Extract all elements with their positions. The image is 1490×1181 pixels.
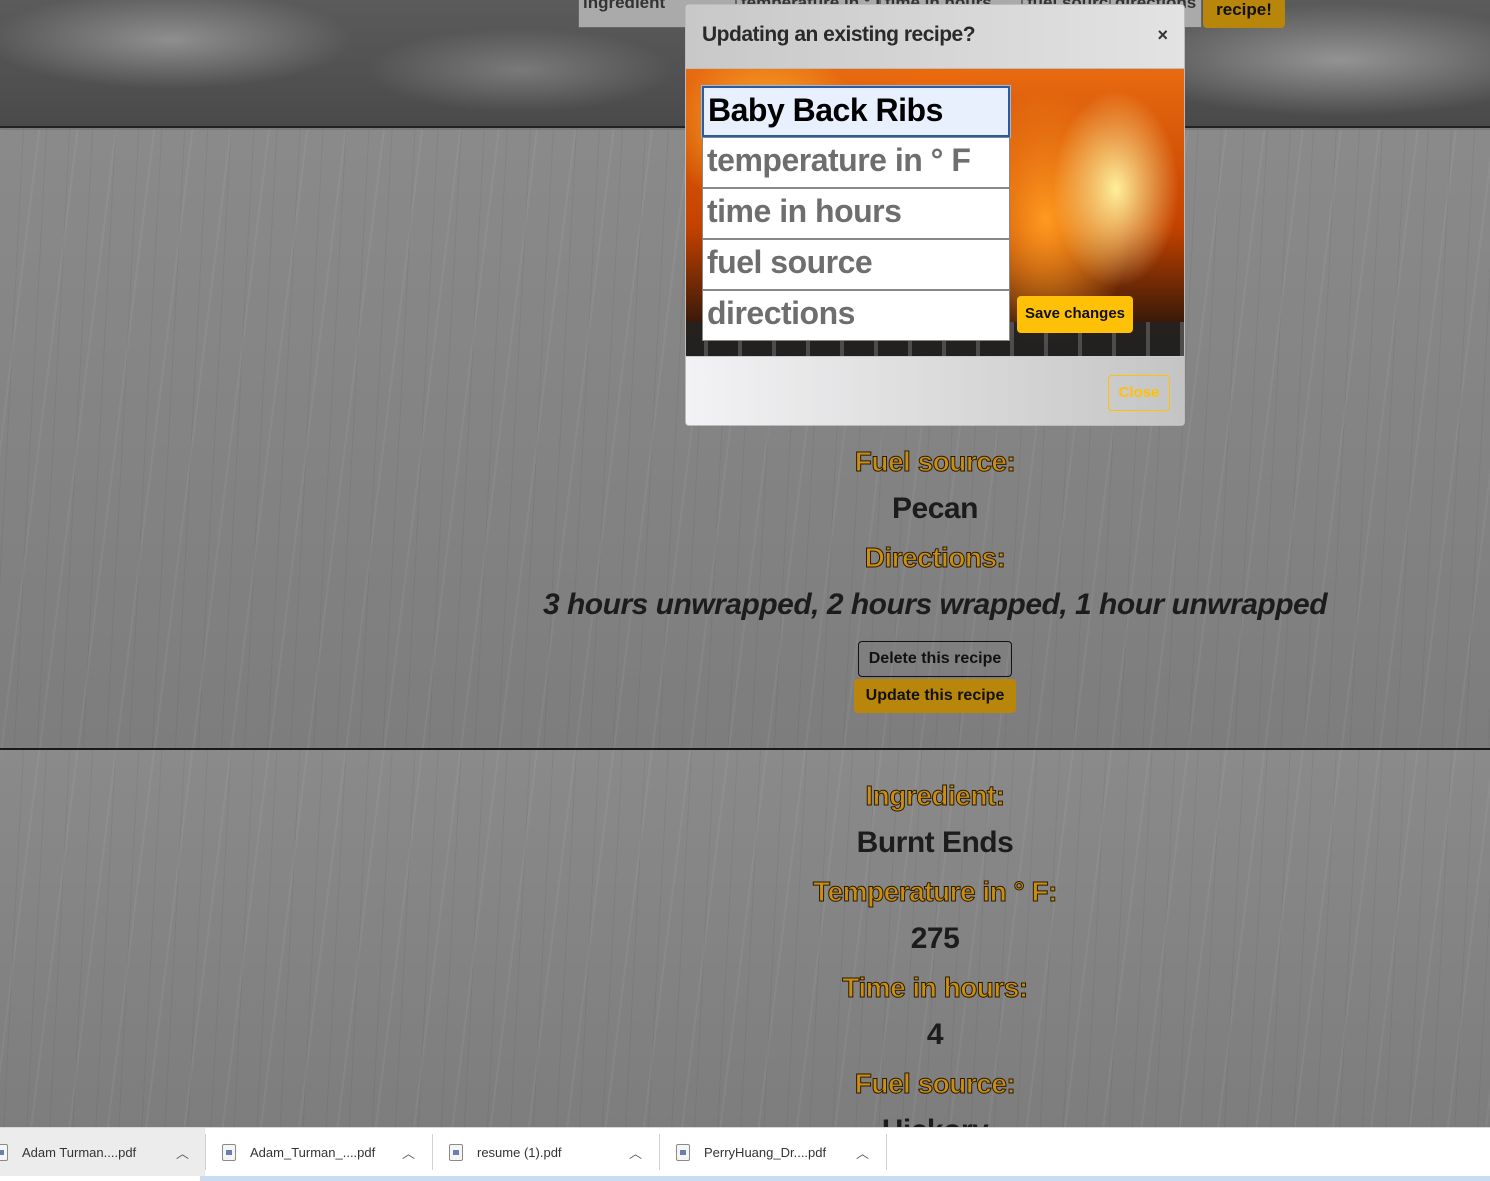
recipe1-directions-value-row: 3 hours unwrapped, 2 hours wrapped, 1 ho… (0, 588, 1490, 622)
fuel-source-value: Pecan (892, 492, 978, 525)
chevron-up-icon[interactable]: ︿ (402, 1143, 415, 1162)
time-value: 4 (926, 1018, 944, 1051)
chevron-up-icon[interactable]: ︿ (856, 1143, 869, 1162)
directions-value: 3 hours unwrapped, 2 hours wrapped, 1 ho… (542, 588, 1328, 621)
download-filename: PerryHuang_Dr....pdf (704, 1144, 827, 1160)
time-label: Time in hours: (842, 972, 1029, 1004)
directions-label: Directions: (864, 542, 1006, 574)
delete-recipe-button[interactable]: Delete this recipe (857, 641, 1013, 677)
download-item[interactable]: Adam Turman....pdf ︿ (0, 1128, 205, 1176)
chevron-up-icon[interactable]: ︿ (176, 1143, 189, 1162)
recipe2-time-label-row: Time in hours: (0, 972, 1490, 1004)
recipe2-ingredient-value-row: Burnt Ends (0, 826, 1490, 860)
recipe1-update-row: Update this recipe (0, 679, 1490, 713)
update-recipe-modal: Updating an existing recipe? × Baby Back… (685, 4, 1185, 426)
download-item[interactable]: PerryHuang_Dr....pdf ︿ (676, 1128, 886, 1176)
pdf-file-icon (0, 1143, 8, 1161)
time-field[interactable]: time in hours (702, 188, 1010, 239)
close-button[interactable]: Close (1108, 375, 1170, 411)
download-filename: resume (1).pdf (477, 1144, 562, 1160)
recipe1-delete-row: Delete this recipe (0, 641, 1490, 677)
temperature-label: Temperature in ° F: (813, 876, 1058, 908)
close-icon[interactable]: × (1157, 25, 1168, 46)
downloads-bar: Adam Turman....pdf ︿ Adam_Turman_....pdf… (0, 1127, 1490, 1181)
temperature-field[interactable]: temperature in ° F (702, 137, 1010, 188)
update-recipe-button[interactable]: Update this recipe (853, 679, 1017, 713)
download-item[interactable]: Adam_Turman_....pdf ︿ (222, 1128, 432, 1176)
pdf-file-icon (222, 1143, 236, 1161)
download-filename: Adam_Turman_....pdf (250, 1144, 376, 1160)
fuel-source-label: Fuel source: (854, 1068, 1016, 1100)
fuel-source-field[interactable]: fuel source (702, 239, 1010, 290)
fuel-source-label: Fuel source: (854, 446, 1016, 478)
modal-body-fire-background: Baby Back Ribs temperature in ° F time i… (686, 69, 1184, 356)
directions-field[interactable]: directions (702, 290, 1010, 341)
divider (659, 1134, 660, 1170)
status-strip (200, 1176, 1490, 1181)
recipe2-temp-label-row: Temperature in ° F: (0, 876, 1490, 908)
ingredient-value: Burnt Ends (856, 826, 1014, 859)
recipe2-ingredient-label-row: Ingredient: (0, 780, 1490, 812)
pdf-file-icon (449, 1143, 463, 1161)
recipe2-time-value-row: 4 (0, 1018, 1490, 1052)
add-recipe-button[interactable]: recipe! (1203, 0, 1285, 28)
recipe1-fuel-value-row: Pecan (0, 492, 1490, 526)
ingredient-field[interactable]: Baby Back Ribs (702, 86, 1010, 137)
chevron-up-icon[interactable]: ︿ (629, 1143, 642, 1162)
modal-title: Updating an existing recipe? (702, 23, 976, 46)
ingredient-label: Ingredient: (865, 780, 1006, 812)
download-filename: Adam Turman....pdf (22, 1144, 137, 1160)
modal-footer: Close (686, 356, 1184, 425)
recipe2-fuel-label-row: Fuel source: (0, 1068, 1490, 1100)
pdf-file-icon (676, 1143, 690, 1161)
divider (886, 1134, 887, 1170)
divider (205, 1134, 206, 1170)
download-item[interactable]: resume (1).pdf ︿ (449, 1128, 659, 1176)
divider (432, 1134, 433, 1170)
recipe2-temp-value-row: 275 (0, 922, 1490, 956)
temperature-value: 275 (910, 922, 960, 955)
save-changes-button[interactable]: Save changes (1017, 296, 1133, 333)
recipe1-directions-label-row: Directions: (0, 542, 1490, 574)
modal-header: Updating an existing recipe? × (686, 5, 1184, 69)
recipe1-fuel-label-row: Fuel source: (0, 446, 1490, 478)
